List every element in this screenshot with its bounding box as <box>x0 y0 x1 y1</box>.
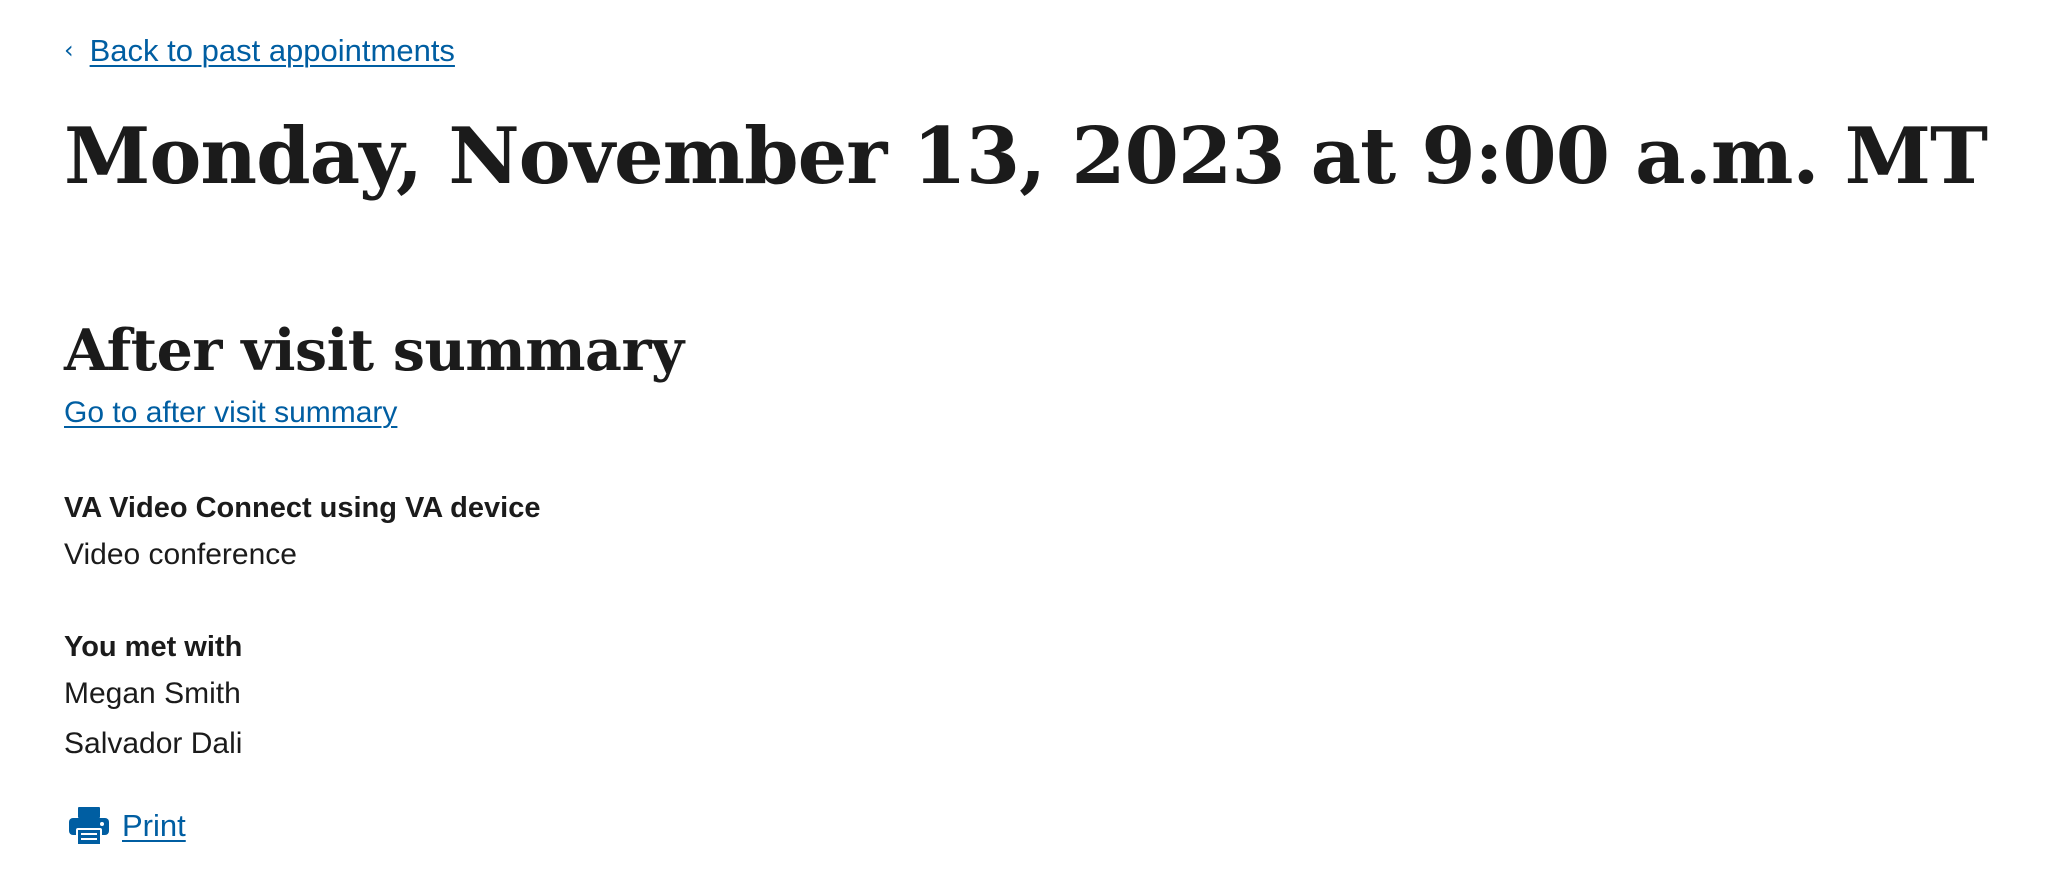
visit-type-value: Video conference <box>64 538 297 571</box>
provider-name: Salvador Dali <box>64 727 243 760</box>
print-link[interactable]: Print <box>122 808 186 844</box>
print-button[interactable]: Print <box>68 806 186 846</box>
after-visit-summary-heading: After visit summary <box>64 317 684 384</box>
met-with-label: You met with <box>64 631 243 663</box>
chevron-left-icon: ‹ <box>64 36 74 64</box>
printer-icon <box>68 806 110 846</box>
page-title: Monday, November 13, 2023 at 9:00 a.m. M… <box>64 111 1988 202</box>
breadcrumb: ‹ Back to past appointments <box>64 31 455 71</box>
after-visit-summary-link[interactable]: Go to after visit summary <box>64 396 397 430</box>
back-to-past-appointments-link[interactable]: Back to past appointments <box>90 33 455 69</box>
provider-name: Megan Smith <box>64 677 241 710</box>
visit-type-label: VA Video Connect using VA device <box>64 492 541 524</box>
